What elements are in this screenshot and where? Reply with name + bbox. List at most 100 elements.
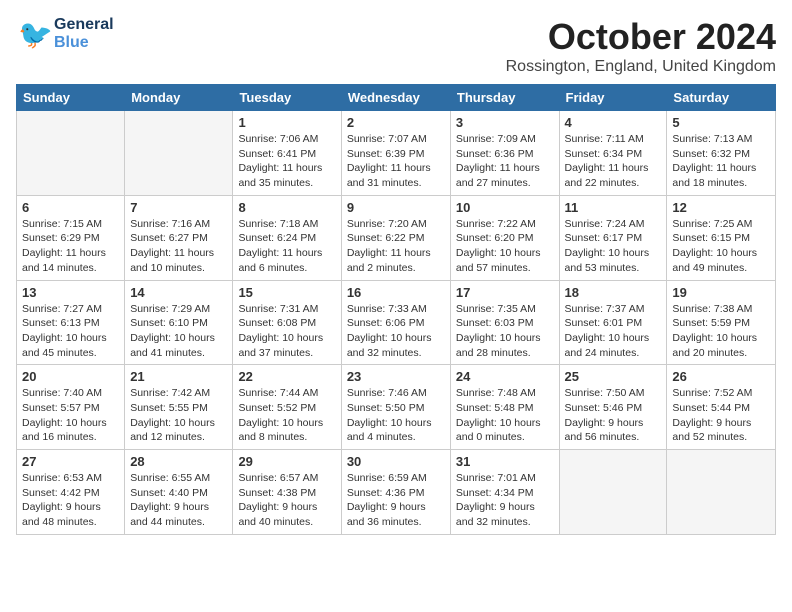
day-number: 19	[672, 285, 770, 300]
calendar-cell: 5Sunrise: 7:13 AM Sunset: 6:32 PM Daylig…	[667, 111, 776, 196]
calendar-cell: 1Sunrise: 7:06 AM Sunset: 6:41 PM Daylig…	[233, 111, 341, 196]
calendar-cell: 21 Sunrise: 7:42 AM Sunset: 5:55 PM Dayli…	[125, 365, 233, 450]
day-number: 31	[456, 454, 554, 469]
day-info: Sunrise: 7:07 AM Sunset: 6:39 PM Dayligh…	[347, 132, 445, 191]
calendar-cell: 9 Sunrise: 7:20 AM Sunset: 6:22 PM Daylig…	[341, 195, 450, 280]
weekday-header-wednesday: Wednesday	[341, 85, 450, 111]
weekday-header-monday: Monday	[125, 85, 233, 111]
day-number: 11	[565, 200, 662, 215]
day-info: Sunrise: 6:57 AM Sunset: 4:38 PM Dayligh…	[238, 471, 335, 530]
calendar-cell: 20Sunrise: 7:40 AM Sunset: 5:57 PM Dayli…	[17, 365, 125, 450]
day-number: 21	[130, 369, 227, 384]
day-info: Sunrise: 7:44 AM Sunset: 5:52 PM Dayligh…	[238, 386, 335, 445]
calendar-cell	[17, 111, 125, 196]
day-number: 30	[347, 454, 445, 469]
logo-blue: Blue	[54, 34, 114, 52]
day-info: Sunrise: 7:06 AM Sunset: 6:41 PM Dayligh…	[238, 132, 335, 191]
day-info: Sunrise: 7:48 AM Sunset: 5:48 PM Dayligh…	[456, 386, 554, 445]
day-info: Sunrise: 6:53 AM Sunset: 4:42 PM Dayligh…	[22, 471, 119, 530]
day-info: Sunrise: 7:50 AM Sunset: 5:46 PM Dayligh…	[565, 386, 662, 445]
calendar-week-5: 27Sunrise: 6:53 AM Sunset: 4:42 PM Dayli…	[17, 450, 776, 535]
day-number: 22	[238, 369, 335, 384]
calendar-cell: 26 Sunrise: 7:52 AM Sunset: 5:44 PM Dayli…	[667, 365, 776, 450]
day-number: 10	[456, 200, 554, 215]
calendar-cell: 10 Sunrise: 7:22 AM Sunset: 6:20 PM Dayli…	[450, 195, 559, 280]
day-info: Sunrise: 7:27 AM Sunset: 6:13 PM Dayligh…	[22, 302, 119, 361]
calendar-week-4: 20Sunrise: 7:40 AM Sunset: 5:57 PM Dayli…	[17, 365, 776, 450]
day-number: 18	[565, 285, 662, 300]
day-info: Sunrise: 7:38 AM Sunset: 5:59 PM Dayligh…	[672, 302, 770, 361]
weekday-header-thursday: Thursday	[450, 85, 559, 111]
day-number: 12	[672, 200, 770, 215]
day-info: Sunrise: 7:37 AM Sunset: 6:01 PM Dayligh…	[565, 302, 662, 361]
day-number: 8	[238, 200, 335, 215]
day-info: Sunrise: 7:16 AM Sunset: 6:27 PM Dayligh…	[130, 217, 227, 276]
calendar-cell: 7 Sunrise: 7:16 AM Sunset: 6:27 PM Daylig…	[125, 195, 233, 280]
calendar-cell: 13 Sunrise: 7:27 AM Sunset: 6:13 PM Dayli…	[17, 280, 125, 365]
calendar-cell	[667, 450, 776, 535]
calendar-cell: 18 Sunrise: 7:37 AM Sunset: 6:01 PM Dayli…	[559, 280, 667, 365]
calendar-cell: 23Sunrise: 7:46 AM Sunset: 5:50 PM Dayli…	[341, 365, 450, 450]
day-info: Sunrise: 6:59 AM Sunset: 4:36 PM Dayligh…	[347, 471, 445, 530]
calendar-cell: 3 Sunrise: 7:09 AM Sunset: 6:36 PM Daylig…	[450, 111, 559, 196]
day-info: Sunrise: 7:25 AM Sunset: 6:15 PM Dayligh…	[672, 217, 770, 276]
day-info: Sunrise: 7:31 AM Sunset: 6:08 PM Dayligh…	[238, 302, 335, 361]
day-number: 13	[22, 285, 119, 300]
title-area: October 2024 Rossington, England, United…	[506, 16, 776, 76]
day-info: Sunrise: 6:55 AM Sunset: 4:40 PM Dayligh…	[130, 471, 227, 530]
calendar-cell: 24Sunrise: 7:48 AM Sunset: 5:48 PM Dayli…	[450, 365, 559, 450]
calendar-week-1: 1Sunrise: 7:06 AM Sunset: 6:41 PM Daylig…	[17, 111, 776, 196]
day-number: 17	[456, 285, 554, 300]
weekday-header-tuesday: Tuesday	[233, 85, 341, 111]
calendar-cell: 31Sunrise: 7:01 AM Sunset: 4:34 PM Dayli…	[450, 450, 559, 535]
calendar-cell: 6 Sunrise: 7:15 AM Sunset: 6:29 PM Daylig…	[17, 195, 125, 280]
day-number: 5	[672, 115, 770, 130]
day-info: Sunrise: 7:24 AM Sunset: 6:17 PM Dayligh…	[565, 217, 662, 276]
day-number: 23	[347, 369, 445, 384]
day-number: 20	[22, 369, 119, 384]
day-number: 25	[565, 369, 662, 384]
logo: 🐦 General Blue	[16, 16, 114, 52]
page-header: 🐦 General Blue October 2024 Rossington, …	[16, 16, 776, 76]
day-info: Sunrise: 7:22 AM Sunset: 6:20 PM Dayligh…	[456, 217, 554, 276]
calendar-week-3: 13 Sunrise: 7:27 AM Sunset: 6:13 PM Dayli…	[17, 280, 776, 365]
calendar-cell: 27Sunrise: 6:53 AM Sunset: 4:42 PM Dayli…	[17, 450, 125, 535]
calendar-cell: 25 Sunrise: 7:50 AM Sunset: 5:46 PM Dayli…	[559, 365, 667, 450]
day-number: 29	[238, 454, 335, 469]
calendar-cell: 16Sunrise: 7:33 AM Sunset: 6:06 PM Dayli…	[341, 280, 450, 365]
calendar-cell: 11 Sunrise: 7:24 AM Sunset: 6:17 PM Dayli…	[559, 195, 667, 280]
day-number: 2	[347, 115, 445, 130]
calendar-cell: 30 Sunrise: 6:59 AM Sunset: 4:36 PM Dayli…	[341, 450, 450, 535]
day-number: 26	[672, 369, 770, 384]
weekday-header-sunday: Sunday	[17, 85, 125, 111]
calendar-table: SundayMondayTuesdayWednesdayThursdayFrid…	[16, 84, 776, 535]
logo-name: General Blue	[54, 16, 114, 51]
day-number: 7	[130, 200, 227, 215]
calendar-cell: 4Sunrise: 7:11 AM Sunset: 6:34 PM Daylig…	[559, 111, 667, 196]
day-number: 16	[347, 285, 445, 300]
calendar-cell: 28Sunrise: 6:55 AM Sunset: 4:40 PM Dayli…	[125, 450, 233, 535]
calendar-cell: 19 Sunrise: 7:38 AM Sunset: 5:59 PM Dayli…	[667, 280, 776, 365]
calendar-week-2: 6 Sunrise: 7:15 AM Sunset: 6:29 PM Daylig…	[17, 195, 776, 280]
month-title: October 2024	[506, 16, 776, 58]
calendar-cell: 29 Sunrise: 6:57 AM Sunset: 4:38 PM Dayli…	[233, 450, 341, 535]
day-number: 9	[347, 200, 445, 215]
calendar-cell: 12 Sunrise: 7:25 AM Sunset: 6:15 PM Dayli…	[667, 195, 776, 280]
day-number: 14	[130, 285, 227, 300]
day-info: Sunrise: 7:35 AM Sunset: 6:03 PM Dayligh…	[456, 302, 554, 361]
calendar-cell: 22 Sunrise: 7:44 AM Sunset: 5:52 PM Dayli…	[233, 365, 341, 450]
logo-icon: 🐦	[16, 16, 52, 52]
calendar-cell	[125, 111, 233, 196]
day-number: 4	[565, 115, 662, 130]
day-info: Sunrise: 7:09 AM Sunset: 6:36 PM Dayligh…	[456, 132, 554, 191]
day-info: Sunrise: 7:15 AM Sunset: 6:29 PM Dayligh…	[22, 217, 119, 276]
day-number: 6	[22, 200, 119, 215]
logo-general: General	[54, 16, 114, 34]
day-number: 3	[456, 115, 554, 130]
day-info: Sunrise: 7:52 AM Sunset: 5:44 PM Dayligh…	[672, 386, 770, 445]
day-info: Sunrise: 7:42 AM Sunset: 5:55 PM Dayligh…	[130, 386, 227, 445]
calendar-header-row: SundayMondayTuesdayWednesdayThursdayFrid…	[17, 85, 776, 111]
day-info: Sunrise: 7:20 AM Sunset: 6:22 PM Dayligh…	[347, 217, 445, 276]
day-info: Sunrise: 7:29 AM Sunset: 6:10 PM Dayligh…	[130, 302, 227, 361]
calendar-cell: 8Sunrise: 7:18 AM Sunset: 6:24 PM Daylig…	[233, 195, 341, 280]
